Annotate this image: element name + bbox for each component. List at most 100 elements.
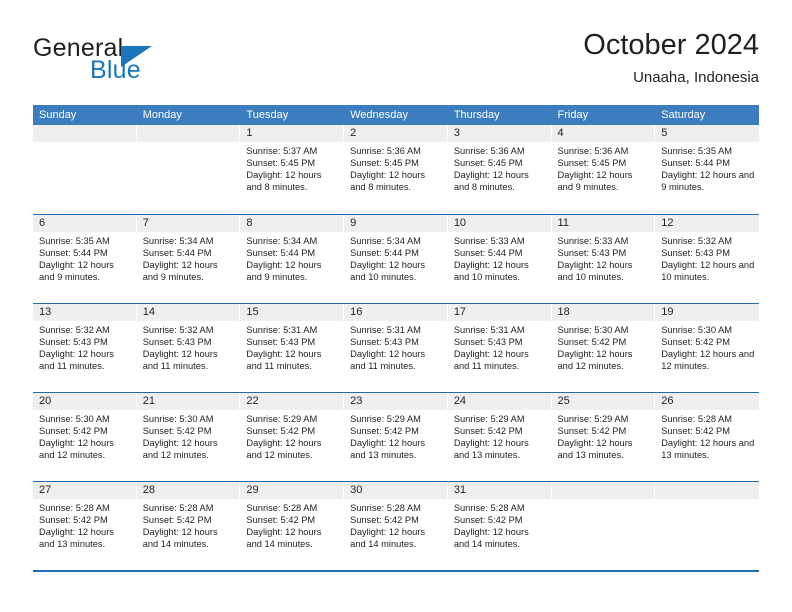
daylight-text: Daylight: 12 hours and 11 minutes. — [350, 349, 426, 372]
calendar-day-cell[interactable]: 11 Sunrise: 5:33 AM Sunset: 5:43 PM Dayligh… — [551, 215, 656, 303]
calendar-day-cell[interactable]: 30 Sunrise: 5:28 AM Sunset: 5:42 PM Dayligh… — [344, 482, 448, 570]
sunset-text: Sunset: 5:43 PM — [246, 337, 316, 348]
calendar-day-cell[interactable]: 16 Sunrise: 5:31 AM Sunset: 5:43 PM Dayligh… — [344, 304, 448, 392]
calendar-day-cell[interactable]: 3 Sunrise: 5:36 AM Sunset: 5:45 PM Daylight… — [447, 125, 552, 213]
calendar-day-cell[interactable]: 22 Sunrise: 5:29 AM Sunset: 5:42 PM Dayligh… — [240, 393, 345, 481]
calendar-day-cell[interactable]: 12 Sunrise: 5:32 AM Sunset: 5:43 PM Dayligh… — [655, 215, 759, 303]
sunrise-text: Sunrise: 5:28 AM — [39, 503, 110, 513]
sunrise-text: Sunrise: 5:35 AM — [39, 236, 110, 246]
sunset-text: Sunset: 5:42 PM — [39, 515, 108, 526]
day-number: 15 — [240, 304, 344, 321]
sunset-text: Sunset: 5:43 PM — [350, 337, 419, 348]
day-sun-info: Sunrise: 5:28 AM Sunset: 5:42 PM Daylight:… — [448, 499, 551, 550]
calendar-day-cell[interactable]: 5 Sunrise: 5:35 AM Sunset: 5:44 PM Daylight… — [655, 125, 759, 213]
day-sun-info: Sunrise: 5:30 AM Sunset: 5:42 PM Daylight:… — [655, 321, 759, 372]
sunset-text: Sunset: 5:44 PM — [246, 248, 316, 259]
sunset-text: Sunset: 5:43 PM — [142, 337, 212, 348]
weekday-header-wednesday: Wednesday — [350, 109, 408, 121]
calendar-day-cell[interactable]: 8 Sunrise: 5:34 AM Sunset: 5:44 PM Daylight… — [240, 215, 345, 303]
weekday-header-monday: Monday — [142, 109, 182, 121]
calendar-day-cell[interactable]: 9 Sunrise: 5:34 AM Sunset: 5:44 PM Daylight… — [344, 215, 448, 303]
day-sun-info: Sunrise: 5:28 AM Sunset: 5:42 PM Daylight:… — [33, 499, 136, 550]
day-number: 16 — [344, 304, 447, 321]
calendar-day-cell[interactable]: 27 Sunrise: 5:28 AM Sunset: 5:42 PM Dayligh… — [33, 482, 137, 570]
day-number: 5 — [655, 125, 759, 142]
day-number: 9 — [344, 215, 447, 232]
day-sun-info: Sunrise: 5:36 AM Sunset: 5:45 PM Daylight:… — [448, 142, 551, 193]
daylight-text: Daylight: 12 hours and 11 minutes. — [142, 349, 218, 372]
calendar-day-cell[interactable]: 25 Sunrise: 5:29 AM Sunset: 5:42 PM Dayligh… — [551, 393, 656, 481]
day-sun-info: Sunrise: 5:35 AM Sunset: 5:44 PM Daylight:… — [655, 142, 759, 193]
daylight-text: Daylight: 12 hours and 12 minutes. — [39, 438, 114, 461]
sunset-text: Sunset: 5:42 PM — [557, 426, 627, 437]
day-sun-info: Sunrise: 5:28 AM Sunset: 5:42 PM Daylight:… — [137, 499, 240, 550]
day-sun-info: Sunrise: 5:32 AM Sunset: 5:43 PM Daylight:… — [33, 321, 136, 372]
sunset-text: Sunset: 5:45 PM — [453, 158, 523, 169]
calendar-day-cell-empty — [551, 482, 656, 570]
day-sun-info: Sunrise: 5:30 AM Sunset: 5:42 PM Daylight:… — [33, 410, 136, 461]
calendar-day-cell[interactable]: 13 Sunrise: 5:32 AM Sunset: 5:43 PM Dayligh… — [33, 304, 137, 392]
day-number — [655, 482, 759, 499]
day-number: 27 — [33, 482, 136, 499]
sunset-text: Sunset: 5:42 PM — [350, 426, 419, 437]
calendar-day-cell[interactable]: 28 Sunrise: 5:28 AM Sunset: 5:42 PM Dayligh… — [136, 482, 241, 570]
day-number: 31 — [447, 482, 551, 499]
calendar-day-cell[interactable]: 17 Sunrise: 5:31 AM Sunset: 5:43 PM Dayligh… — [447, 304, 552, 392]
daylight-text: Daylight: 12 hours and 11 minutes. — [246, 349, 322, 372]
sunrise-text: Sunrise: 5:29 AM — [350, 414, 421, 424]
calendar-day-cell[interactable]: 26 Sunrise: 5:28 AM Sunset: 5:42 PM Dayligh… — [655, 393, 759, 481]
calendar-day-cell[interactable]: 31 Sunrise: 5:28 AM Sunset: 5:42 PM Dayligh… — [447, 482, 552, 570]
calendar-day-cell[interactable]: 1 Sunrise: 5:37 AM Sunset: 5:45 PM Daylight… — [240, 125, 345, 213]
weekday-header-sunday: Sunday — [39, 109, 77, 121]
calendar-day-cell[interactable]: 19 Sunrise: 5:30 AM Sunset: 5:42 PM Dayligh… — [655, 304, 759, 392]
calendar-day-cell[interactable]: 4 Sunrise: 5:36 AM Sunset: 5:45 PM Daylight… — [551, 125, 656, 213]
calendar-day-cell[interactable]: 20 Sunrise: 5:30 AM Sunset: 5:42 PM Dayligh… — [33, 393, 137, 481]
daylight-text: Daylight: 12 hours and 9 minutes. — [661, 170, 755, 193]
day-number — [136, 125, 240, 142]
calendar-day-cell[interactable]: 23 Sunrise: 5:29 AM Sunset: 5:42 PM Dayligh… — [344, 393, 448, 481]
daylight-text: Daylight: 12 hours and 11 minutes. — [39, 349, 114, 372]
day-sun-info: Sunrise: 5:33 AM Sunset: 5:43 PM Daylight:… — [552, 232, 655, 283]
day-number: 19 — [655, 304, 759, 321]
calendar-day-cell[interactable]: 6 Sunrise: 5:35 AM Sunset: 5:44 PM Daylight… — [33, 215, 137, 303]
calendar-day-cell[interactable]: 21 Sunrise: 5:30 AM Sunset: 5:42 PM Dayligh… — [136, 393, 241, 481]
calendar-day-cell[interactable]: 15 Sunrise: 5:31 AM Sunset: 5:43 PM Dayligh… — [240, 304, 345, 392]
day-sun-info: Sunrise: 5:30 AM Sunset: 5:42 PM Daylight:… — [552, 321, 655, 372]
calendar-day-cell[interactable]: 14 Sunrise: 5:32 AM Sunset: 5:43 PM Dayligh… — [136, 304, 241, 392]
sunrise-text: Sunrise: 5:35 AM — [661, 146, 733, 156]
sunset-text: Sunset: 5:42 PM — [557, 337, 627, 348]
sunset-text: Sunset: 5:42 PM — [142, 426, 212, 437]
calendar-day-cell[interactable]: 29 Sunrise: 5:28 AM Sunset: 5:42 PM Dayligh… — [240, 482, 345, 570]
day-sun-info: Sunrise: 5:29 AM Sunset: 5:42 PM Daylight:… — [448, 410, 551, 461]
sunset-text: Sunset: 5:42 PM — [246, 426, 316, 437]
sunrise-text: Sunrise: 5:28 AM — [661, 414, 733, 424]
day-number: 21 — [136, 393, 240, 410]
calendar-grid: Sunday Monday Tuesday Wednesday Thursday… — [33, 105, 759, 572]
day-sun-info: Sunrise: 5:34 AM Sunset: 5:44 PM Daylight:… — [137, 232, 240, 283]
calendar-week-row: 6 Sunrise: 5:35 AM Sunset: 5:44 PM Daylight… — [33, 214, 759, 303]
sunset-text: Sunset: 5:42 PM — [661, 426, 730, 437]
calendar-day-cell[interactable]: 18 Sunrise: 5:30 AM Sunset: 5:42 PM Dayligh… — [551, 304, 656, 392]
calendar-day-cell[interactable]: 24 Sunrise: 5:29 AM Sunset: 5:42 PM Dayligh… — [447, 393, 552, 481]
day-number: 4 — [551, 125, 655, 142]
daylight-text: Daylight: 12 hours and 9 minutes. — [557, 170, 633, 193]
sunset-text: Sunset: 5:42 PM — [661, 337, 730, 348]
sunrise-text: Sunrise: 5:37 AM — [246, 146, 318, 156]
daylight-text: Daylight: 12 hours and 13 minutes. — [661, 438, 755, 461]
calendar-day-cell[interactable]: 7 Sunrise: 5:34 AM Sunset: 5:44 PM Daylight… — [136, 215, 241, 303]
day-number: 7 — [136, 215, 240, 232]
day-sun-info: Sunrise: 5:33 AM Sunset: 5:44 PM Daylight:… — [448, 232, 551, 283]
day-number: 11 — [551, 215, 655, 232]
sunset-text: Sunset: 5:42 PM — [142, 515, 212, 526]
sunrise-text: Sunrise: 5:28 AM — [350, 503, 421, 513]
daylight-text: Daylight: 12 hours and 10 minutes. — [453, 260, 529, 283]
calendar-day-cell[interactable]: 10 Sunrise: 5:33 AM Sunset: 5:44 PM Dayligh… — [447, 215, 552, 303]
sunrise-text: Sunrise: 5:34 AM — [350, 236, 421, 246]
day-number: 20 — [33, 393, 136, 410]
sunset-text: Sunset: 5:42 PM — [246, 515, 316, 526]
day-number: 3 — [447, 125, 551, 142]
day-number: 6 — [33, 215, 136, 232]
general-blue-logo[interactable]: General Blue — [33, 34, 223, 92]
calendar-day-cell[interactable]: 2 Sunrise: 5:36 AM Sunset: 5:45 PM Daylight… — [344, 125, 448, 213]
day-sun-info: Sunrise: 5:36 AM Sunset: 5:45 PM Daylight:… — [552, 142, 655, 193]
